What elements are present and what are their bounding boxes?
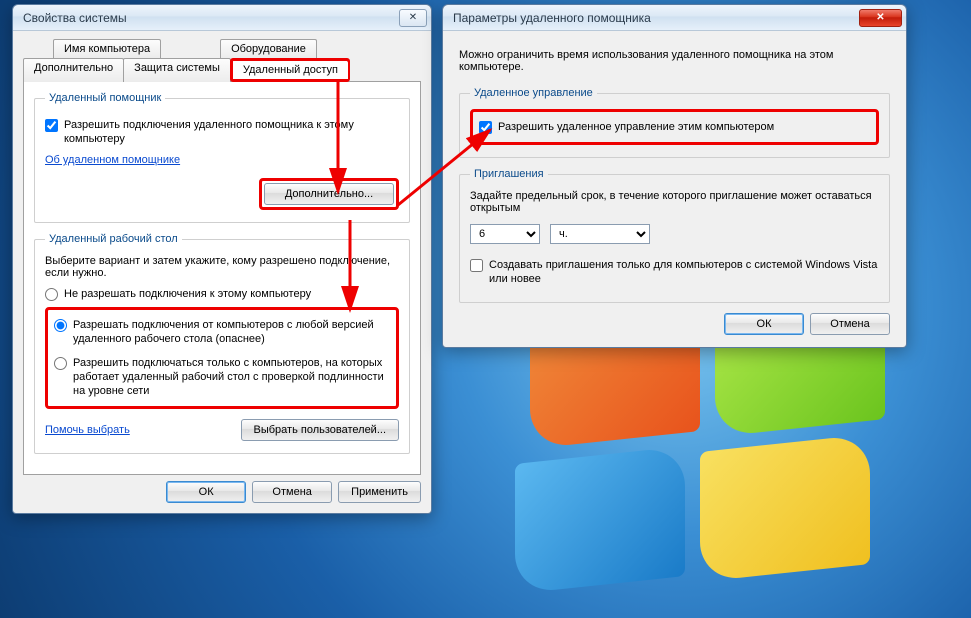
- duration-unit-select[interactable]: ч.: [550, 224, 650, 244]
- radio-allow-any-label: Разрешать подключения от компьютеров с л…: [73, 318, 390, 346]
- allow-remote-control-highlight: Разрешить удаленное управление этим комп…: [470, 109, 879, 145]
- tab-remote-access[interactable]: Удаленный доступ: [233, 61, 348, 79]
- cancel-button[interactable]: Отмена: [810, 313, 890, 335]
- titlebar[interactable]: Параметры удаленного помощника ✕: [443, 5, 906, 31]
- ok-button[interactable]: ОК: [166, 481, 246, 503]
- radio-disallow[interactable]: Не разрешать подключения к этому компьют…: [45, 287, 399, 301]
- invitations-legend: Приглашения: [470, 168, 548, 180]
- remote-assistant-settings-window: Параметры удаленного помощника ✕ Можно о…: [442, 4, 907, 348]
- allow-remote-assist-label: Разрешить подключения удаленного помощни…: [64, 118, 399, 146]
- titlebar[interactable]: Свойства системы ✕: [13, 5, 431, 31]
- advanced-button[interactable]: Дополнительно...: [264, 183, 394, 205]
- select-users-button[interactable]: Выбрать пользователей...: [241, 419, 400, 441]
- vista-only-input[interactable]: [470, 259, 483, 272]
- duration-number-select[interactable]: 6: [470, 224, 540, 244]
- tab-hardware[interactable]: Оборудование: [220, 39, 317, 58]
- remote-assistant-legend: Удаленный помощник: [45, 92, 165, 104]
- vista-only-label: Создавать приглашения только для компьют…: [489, 258, 879, 286]
- invitations-group: Приглашения Задайте предельный срок, в т…: [459, 168, 890, 303]
- allow-remote-control-label: Разрешить удаленное управление этим комп…: [498, 120, 774, 134]
- vista-only-checkbox[interactable]: Создавать приглашения только для компьют…: [470, 258, 879, 286]
- tab-remote-access-highlight: Удаленный доступ: [230, 58, 350, 82]
- allow-remote-assist-input[interactable]: [45, 119, 58, 132]
- radio-disallow-label: Не разрешать подключения к этому компьют…: [64, 287, 311, 301]
- radio-options-highlight: Разрешать подключения от компьютеров с л…: [45, 307, 399, 409]
- remote-desktop-instruction: Выберите вариант и затем укажите, кому р…: [45, 255, 399, 279]
- ok-button[interactable]: ОК: [724, 313, 804, 335]
- system-properties-window: Свойства системы ✕ Имя компьютера Оборуд…: [12, 4, 432, 514]
- tab-system-protection[interactable]: Защита системы: [123, 58, 231, 82]
- close-icon[interactable]: ✕: [859, 9, 902, 27]
- windows-logo: [530, 310, 910, 610]
- window-title: Свойства системы: [23, 11, 397, 25]
- allow-remote-control-input[interactable]: [479, 121, 492, 134]
- remote-access-panel: Удаленный помощник Разрешить подключения…: [23, 81, 421, 475]
- invitations-instruction: Задайте предельный срок, в течение котор…: [470, 190, 879, 214]
- radio-disallow-input[interactable]: [45, 288, 58, 301]
- remote-control-legend: Удаленное управление: [470, 87, 597, 99]
- remote-assistant-group: Удаленный помощник Разрешить подключения…: [34, 92, 410, 223]
- remote-control-group: Удаленное управление Разрешить удаленное…: [459, 87, 890, 158]
- window-title: Параметры удаленного помощника: [453, 11, 857, 25]
- remote-desktop-group: Удаленный рабочий стол Выберите вариант …: [34, 233, 410, 454]
- apply-button[interactable]: Применить: [338, 481, 421, 503]
- intro-text: Можно ограничить время использования уда…: [459, 49, 890, 73]
- radio-allow-any[interactable]: Разрешать подключения от компьютеров с л…: [54, 318, 390, 346]
- cancel-button[interactable]: Отмена: [252, 481, 332, 503]
- help-choose-link[interactable]: Помочь выбрать: [45, 424, 130, 436]
- radio-allow-nla[interactable]: Разрешить подключаться только с компьюте…: [54, 356, 390, 398]
- dialog-button-row: ОК Отмена: [459, 313, 890, 335]
- about-remote-assist-link[interactable]: Об удаленном помощнике: [45, 154, 180, 166]
- allow-remote-control-checkbox[interactable]: Разрешить удаленное управление этим комп…: [479, 120, 870, 134]
- radio-allow-any-input[interactable]: [54, 319, 67, 332]
- tab-advanced[interactable]: Дополнительно: [23, 58, 124, 82]
- close-icon[interactable]: ✕: [399, 9, 427, 27]
- tab-computer-name[interactable]: Имя компьютера: [53, 39, 161, 58]
- dialog-button-row: ОК Отмена Применить: [23, 481, 421, 503]
- advanced-button-highlight: Дополнительно...: [259, 178, 399, 210]
- allow-remote-assist-checkbox[interactable]: Разрешить подключения удаленного помощни…: [45, 118, 399, 146]
- radio-allow-nla-label: Разрешить подключаться только с компьюте…: [73, 356, 390, 398]
- remote-desktop-legend: Удаленный рабочий стол: [45, 233, 182, 245]
- radio-allow-nla-input[interactable]: [54, 357, 67, 370]
